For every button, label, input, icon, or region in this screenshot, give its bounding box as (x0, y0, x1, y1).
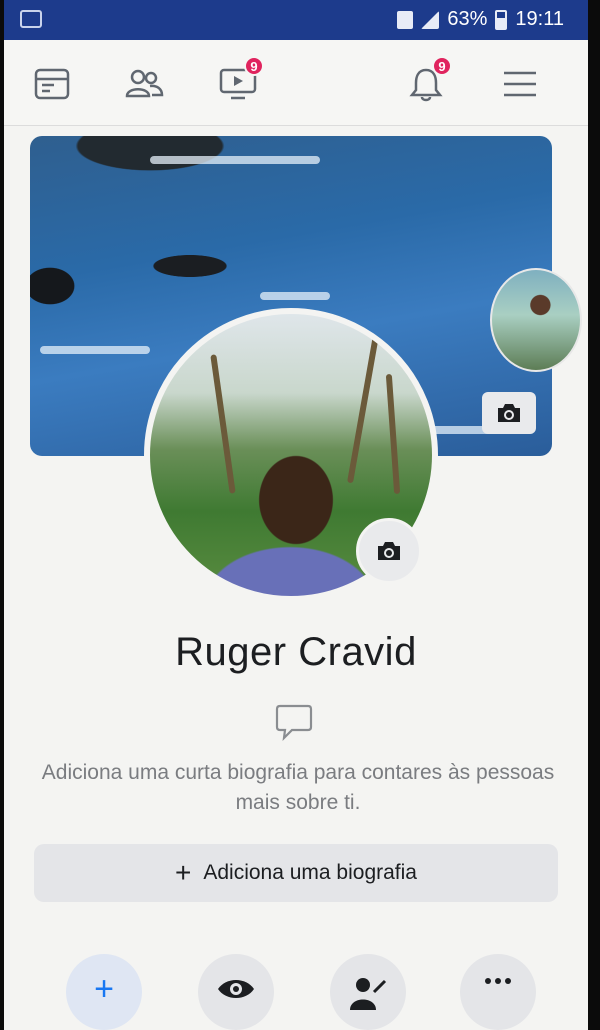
story-thumbnail[interactable] (490, 268, 582, 372)
camera-icon (378, 542, 400, 560)
speech-bubble-icon (275, 704, 313, 742)
view-as-button[interactable] (198, 954, 274, 1030)
profile-name: Ruger Cravid (175, 630, 417, 674)
signal-icon (421, 10, 440, 29)
bio-hint-text: Adiciona uma curta biografia para contar… (41, 761, 555, 814)
cover-foam (260, 292, 330, 300)
nav-feed[interactable] (30, 62, 74, 106)
bio-icon-wrap (274, 702, 314, 747)
notifications-badge: 9 (432, 56, 452, 76)
message-notification-icon (20, 10, 42, 28)
watch-badge: 9 (244, 56, 264, 76)
plus-icon: + (175, 857, 192, 888)
nav-friends[interactable] (122, 62, 166, 106)
cover-foam (40, 346, 150, 354)
edit-profile-picture-button[interactable] (356, 518, 422, 584)
battery-percent: 63% (447, 8, 488, 30)
friends-icon (125, 69, 164, 98)
add-bio-label: Adiciona uma biografia (203, 861, 417, 884)
palm-trunk (347, 334, 379, 484)
top-navigation: 9 9 (4, 40, 588, 126)
edit-cover-photo-button[interactable] (482, 392, 536, 434)
news-feed-icon (34, 68, 70, 100)
status-bar: 63% 19:11 (4, 0, 588, 40)
status-time: 19:11 (515, 8, 564, 30)
app-screen: 63% 19:11 9 9 Ruger Cravid Adiciona uma … (4, 0, 588, 1030)
add-bio-button[interactable]: + Adiciona uma biografia (34, 844, 558, 902)
more-options-button[interactable] (460, 954, 536, 1030)
hamburger-menu-icon (504, 71, 536, 97)
add-to-story-button[interactable]: + (66, 954, 142, 1030)
nav-notifications[interactable]: 9 (404, 56, 452, 106)
cover-foam (150, 156, 320, 164)
edit-profile-button[interactable] (330, 954, 406, 1030)
nav-watch[interactable]: 9 (216, 56, 264, 106)
plus-icon: + (94, 970, 114, 1008)
nav-menu[interactable] (498, 62, 542, 106)
more-icon (485, 978, 511, 984)
battery-icon (495, 9, 508, 30)
eye-icon (218, 980, 254, 998)
palm-trunk (210, 354, 236, 494)
camera-icon (498, 404, 520, 422)
sim-icon (397, 10, 414, 29)
edit-person-icon (350, 978, 387, 1010)
palm-trunk (385, 373, 401, 495)
